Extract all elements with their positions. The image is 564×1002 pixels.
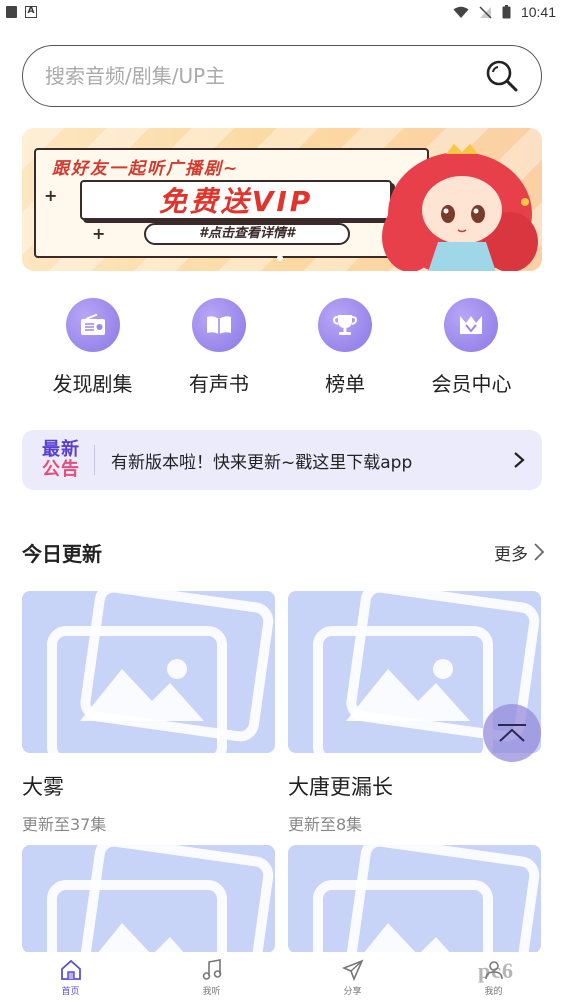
banner-detail-link[interactable]: #点击查看详情#: [144, 223, 350, 245]
chevron-right-icon: [534, 543, 544, 561]
image-placeholder-icon: [288, 845, 541, 953]
back-to-top-button[interactable]: [483, 704, 541, 762]
book-icon: [191, 298, 246, 352]
series-card[interactable]: 大雾 更新至37集: [22, 591, 275, 835]
tab-listen[interactable]: 我听: [141, 952, 282, 1002]
series-title: 大雾: [22, 775, 64, 799]
image-placeholder-icon: [22, 845, 275, 953]
anime-girl-illustration: [382, 144, 538, 271]
series-card[interactable]: [288, 845, 541, 953]
series-card[interactable]: [22, 845, 275, 953]
announcement-tag-line2: 公告: [42, 459, 80, 480]
section-header: 今日更新 更多: [22, 535, 544, 569]
announcement-tag-line1: 最新: [42, 439, 80, 460]
quick-nav-label: 会员中心: [431, 372, 512, 396]
app-notification-icon: A: [25, 6, 37, 18]
banner-line1: 跟好友一起听广播剧~: [52, 159, 240, 179]
announcement-bar[interactable]: 最新 公告 有新版本啦！快来更新~戳这里下载app: [22, 430, 542, 490]
series-episode-count: 更新至37集: [22, 815, 107, 834]
no-signal-icon: [479, 5, 492, 19]
search-icon[interactable]: [485, 59, 519, 93]
search-bar[interactable]: [22, 45, 542, 107]
search-input[interactable]: [45, 64, 485, 88]
watermark: pc6: [478, 958, 514, 983]
tab-label: 我的: [484, 986, 503, 997]
wifi-icon: [453, 6, 469, 18]
more-button[interactable]: 更多: [494, 540, 544, 565]
divider: [94, 445, 95, 475]
banner-pagination-dot[interactable]: [277, 255, 283, 261]
nav-discover-series[interactable]: 发现剧集: [30, 298, 155, 398]
section-title: 今日更新: [22, 541, 102, 566]
image-placeholder-icon: [22, 591, 275, 753]
promo-banner[interactable]: 跟好友一起听广播剧~ + + 免费送VIP #点击查看详情#: [22, 128, 542, 271]
quick-nav-label: 有声书: [188, 372, 249, 396]
home-icon: [60, 959, 81, 980]
announcement-text: 有新版本啦！快来更新~戳这里下载app: [111, 452, 413, 473]
quick-nav: 发现剧集 有声书 榜单 会员中心: [22, 298, 542, 398]
sparkle-icon: +: [92, 224, 106, 243]
tab-label: 首页: [61, 986, 80, 997]
series-episode-count: 更新至8集: [288, 815, 363, 834]
quick-nav-label: 榜单: [325, 372, 366, 396]
tab-label: 我听: [202, 986, 221, 997]
crown-icon: [444, 298, 499, 352]
notification-icon: [6, 6, 17, 18]
chevron-right-icon[interactable]: [512, 451, 526, 469]
more-label: 更多: [494, 544, 528, 565]
sparkle-icon: +: [44, 186, 58, 205]
tab-label: 分享: [343, 986, 362, 997]
tab-home[interactable]: 首页: [0, 952, 141, 1002]
status-time: 10:41: [520, 4, 556, 20]
nav-ranking[interactable]: 榜单: [283, 298, 408, 398]
chevron-up-icon: [498, 724, 526, 742]
paper-plane-icon: [341, 959, 364, 981]
nav-audiobook[interactable]: 有声书: [156, 298, 281, 398]
nav-member-center[interactable]: 会员中心: [409, 298, 534, 398]
trophy-icon: [318, 298, 373, 352]
series-title: 大唐更漏长: [288, 775, 393, 799]
banner-headline: 免费送VIP: [80, 180, 392, 220]
status-bar: A 10:41: [0, 0, 564, 24]
battery-icon: [502, 5, 511, 19]
announcement-tag: 最新 公告: [42, 440, 80, 480]
quick-nav-label: 发现剧集: [52, 372, 133, 396]
radio-icon: [65, 298, 120, 352]
music-note-icon: [202, 958, 221, 980]
tab-share[interactable]: 分享: [282, 952, 423, 1002]
